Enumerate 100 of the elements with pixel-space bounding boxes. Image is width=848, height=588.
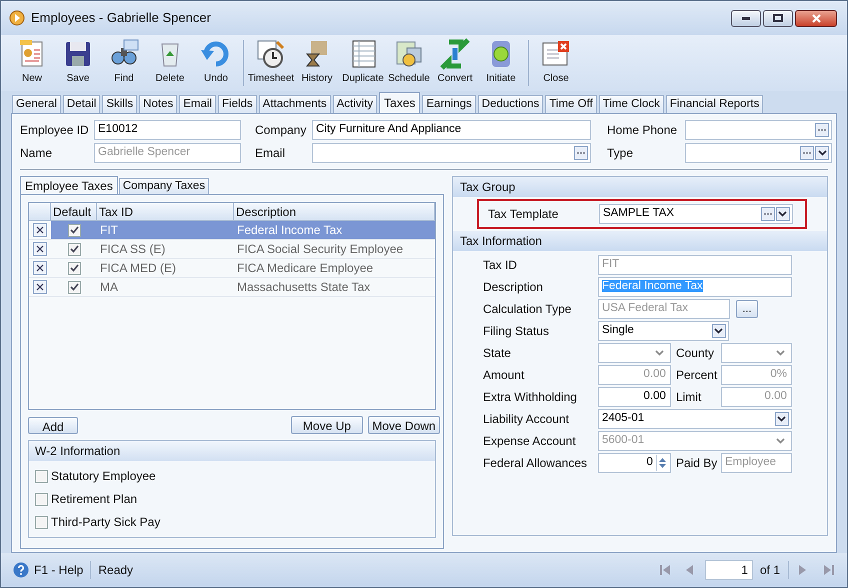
delete-button[interactable] [33,223,47,237]
toolbar-button[interactable]: Duplicate [340,37,386,89]
dropdown-button[interactable] [815,146,829,160]
toolbar-button[interactable]: Undo [193,37,239,89]
table-row[interactable]: FICA MED (E) FICA Medicare Employee [29,259,435,278]
text-field[interactable]: E10012 [94,120,241,140]
tab[interactable]: Activity [332,95,378,113]
tab[interactable]: Skills [102,95,138,113]
field-label: County [674,345,715,362]
arrows-icon [439,38,471,70]
table-row[interactable]: FICA SS (E) FICA Social Security Employee [29,240,435,259]
minimize-button[interactable] [731,10,761,26]
tab[interactable]: Attachments [258,95,331,113]
tab[interactable]: Notes [139,95,178,113]
delete-button[interactable] [33,242,47,256]
tab[interactable]: Time Clock [598,95,664,113]
checkbox[interactable] [68,224,80,236]
spinner-button[interactable] [656,455,668,471]
tab[interactable]: Employee Taxes [20,176,118,194]
checkbox-label: Statutory Employee [51,468,156,485]
field-label: Home Phone [607,122,678,139]
column-header[interactable]: Description [234,203,435,220]
move-down-button[interactable]: Move Down [368,416,440,434]
tab[interactable]: Fields [218,95,257,113]
checkbox[interactable] [35,516,48,528]
toolbar-button[interactable]: Delete [147,37,193,89]
delete-button[interactable] [33,280,47,294]
toolbar-button[interactable]: Close [533,37,579,89]
toolbar-button[interactable]: History [294,37,340,89]
tab[interactable]: Company Taxes [118,178,210,194]
field-label: Federal Allowances [482,455,588,472]
maximize-button[interactable] [763,10,793,26]
toolbar-button[interactable]: Initiate [478,37,524,89]
tab[interactable]: Email [179,95,216,113]
tab[interactable]: Taxes [379,92,420,113]
tab[interactable]: Time Off [545,95,597,113]
toolbar-button[interactable]: Save [55,37,101,89]
ellipsis-button[interactable] [800,146,814,160]
field-label: Amount [482,367,526,384]
text-field[interactable]: Single [598,321,729,341]
field-label: Employee ID [20,122,90,139]
page-field[interactable]: 1 [704,560,753,580]
field-label: Type [607,145,634,162]
table-cell-text: MA [99,279,119,296]
tab[interactable]: General [12,95,61,113]
text-field[interactable] [685,120,832,140]
ellipsis-button[interactable] [574,146,588,160]
close-button[interactable] [795,10,837,26]
x-icon [36,245,44,253]
chevron-down-icon [818,150,826,156]
column-header[interactable]: Default [51,203,97,220]
section-header: Tax Group [452,177,827,197]
checkbox[interactable] [35,470,48,482]
tab[interactable]: Detail [62,95,100,113]
text-field[interactable] [312,143,591,163]
toolbar-button[interactable]: New [9,37,55,89]
toolbar-button[interactable]: Convert [432,37,478,89]
dropdown-button[interactable] [712,324,726,338]
field-label: Tax Template [488,206,560,223]
text-field[interactable]: 0 [598,453,671,473]
dropdown-button[interactable] [776,207,790,221]
chevron-down-icon [777,416,786,422]
table-row[interactable]: MA Massachusetts State Tax [29,278,435,297]
checkbox[interactable] [35,492,48,506]
window-title: Employees - Gabrielle Spencer [31,9,212,28]
maximize-icon [773,14,783,22]
x-icon [36,283,44,291]
text-field[interactable]: 2405-01 [598,409,792,429]
checkbox[interactable] [68,262,80,274]
table-cell-text: FICA MED (E) [99,260,178,277]
text-field[interactable]: SAMPLE TAX [598,204,793,224]
column-header[interactable]: Tax ID [97,203,234,220]
toolbar-button[interactable]: Schedule [386,37,432,89]
field-label: Percent [674,367,718,384]
tab[interactable]: Deductions [478,95,544,113]
table-cell-text: Massachusetts State Tax [236,279,372,296]
checkbox[interactable] [68,242,80,256]
text-field[interactable]: 0.00 [598,387,671,407]
checkbox[interactable] [68,280,80,294]
toolbar-button[interactable]: Timesheet [248,37,294,89]
dropdown-button[interactable] [774,412,789,426]
chevron-down-icon [655,350,664,356]
up-down-icon [658,457,666,469]
field-label: Tax ID [482,257,518,274]
move-up-button[interactable]: Move Up [290,416,363,434]
text-field[interactable] [685,143,832,163]
tab[interactable]: Earnings [422,95,476,113]
ellipsis-button[interactable] [815,123,829,137]
text-field[interactable]: City Furniture And Appliance [312,120,591,140]
add-button[interactable]: Add [28,416,78,434]
chevron-down-icon [714,328,724,334]
toolbar-button[interactable]: Find [101,37,147,89]
help-icon [13,562,29,578]
field-label: Expense Account [482,433,577,450]
field-label: Extra Withholding [482,389,578,406]
help-label[interactable]: F1 - Help [34,561,84,579]
field-label: Name [20,145,54,162]
tab[interactable]: Financial Reports [666,95,764,113]
delete-button[interactable] [33,261,47,275]
ellipsis-button[interactable] [760,207,775,221]
